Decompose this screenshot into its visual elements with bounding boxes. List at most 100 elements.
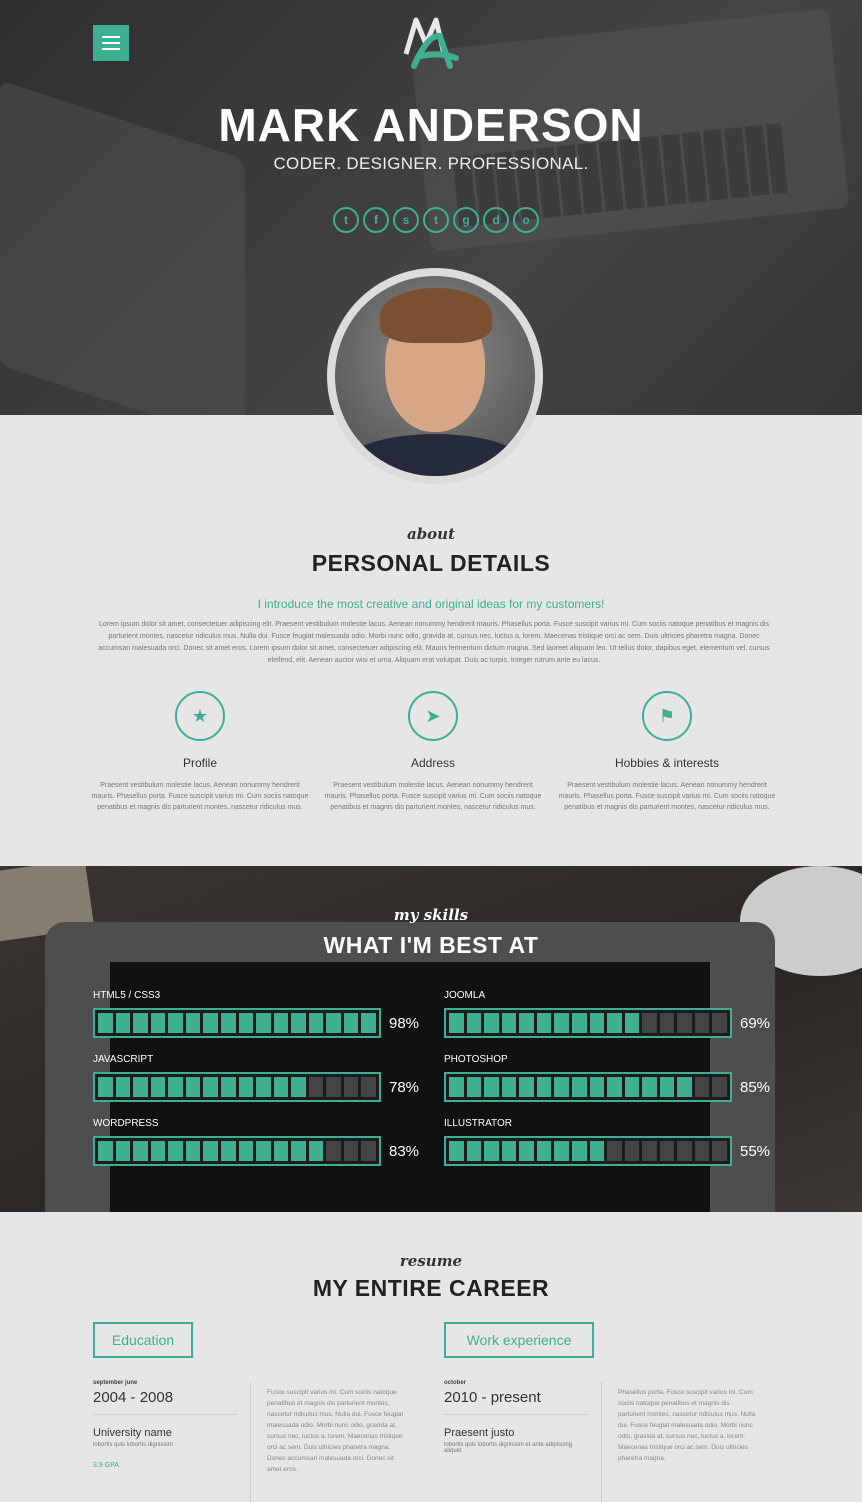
- skill-bar-segment-filled: [308, 1141, 324, 1161]
- skill-bar-segment-filled: [554, 1077, 569, 1097]
- skill-bar-segment-filled: [536, 1141, 552, 1161]
- skill-bar-segment-filled: [98, 1013, 113, 1033]
- skill-wordpress: WORDPRESS 83%: [93, 1118, 443, 1166]
- skill-bar-segment-filled: [185, 1141, 201, 1161]
- dribbble-icon[interactable]: d: [483, 207, 509, 233]
- skill-bar-segment-empty: [677, 1013, 692, 1033]
- skill-bar-segment-filled: [642, 1077, 657, 1097]
- skill-bar-segment-filled: [466, 1141, 482, 1161]
- entry-place: University name: [93, 1427, 172, 1439]
- skill-bar-segment-filled: [624, 1013, 640, 1033]
- skill-percent: 85%: [740, 1078, 771, 1096]
- work-description: Phasellus porta. Fusce suscipit varius m…: [618, 1389, 756, 1462]
- skill-bar-segment-filled: [501, 1077, 517, 1097]
- skill-bar-segment-filled: [238, 1077, 254, 1097]
- skill-bar-segment-filled: [554, 1141, 569, 1161]
- skill-bar-segment-empty: [712, 1077, 727, 1097]
- google-plus-icon[interactable]: g: [453, 207, 479, 233]
- skype-icon[interactable]: s: [393, 207, 419, 233]
- feature-hobbies: ⚑ Hobbies & interests Praesent vestibulu…: [557, 691, 777, 813]
- feature-label: Hobbies & interests: [614, 756, 720, 770]
- skill-bar-segment-filled: [220, 1077, 236, 1097]
- skill-bar-segment-filled: [150, 1013, 166, 1033]
- menu-button[interactable]: [93, 25, 129, 61]
- skill-bar-segment-filled: [571, 1077, 587, 1097]
- skill-bar-segment-filled: [256, 1141, 271, 1161]
- skill-bar-segment-filled: [361, 1013, 376, 1033]
- skill-bar-segment-filled: [150, 1077, 166, 1097]
- skill-bar-segment-filled: [168, 1141, 183, 1161]
- skill-bar-segment-filled: [98, 1077, 113, 1097]
- skill-bar-segment-filled: [589, 1013, 605, 1033]
- section-kicker: about: [406, 525, 456, 543]
- skill-bar-segment-filled: [150, 1141, 166, 1161]
- entry-subtitle: lobortis quis lobortis dignissim: [93, 1442, 173, 1448]
- skill-bar-segment-filled: [519, 1141, 534, 1161]
- skill-bar-segment-filled: [133, 1141, 148, 1161]
- skill-bar-segment-empty: [361, 1141, 376, 1161]
- skill-bar-segment-filled: [501, 1013, 517, 1033]
- skill-bar-segment-filled: [168, 1077, 183, 1097]
- skill-bar-segment-filled: [273, 1013, 289, 1033]
- skill-bar-segment-filled: [449, 1013, 464, 1033]
- facebook-icon[interactable]: f: [363, 207, 389, 233]
- entry-months: september june: [93, 1380, 138, 1386]
- github-icon[interactable]: o: [513, 207, 539, 233]
- skill-bar-segment-filled: [519, 1077, 534, 1097]
- social-links: t f s t g d o: [333, 207, 539, 233]
- work-experience-button[interactable]: Work experience: [444, 1322, 594, 1358]
- feature-text: Praesent vestibulum molestie lacus. Aene…: [91, 782, 309, 811]
- skill-percent: 69%: [740, 1014, 771, 1032]
- skill-percent: 55%: [740, 1142, 771, 1160]
- skill-label: WORDPRESS: [93, 1118, 159, 1129]
- skill-bar-segment-filled: [589, 1141, 605, 1161]
- skill-bar-segment-filled: [256, 1077, 271, 1097]
- body-text: Lorem ipsum dolor sit amet, consectetuer…: [98, 621, 770, 664]
- skill-bar-segment-empty: [694, 1141, 710, 1161]
- skill-html-css: HTML5 / CSS3 98%: [93, 990, 443, 1038]
- work-entry: october 2010 - present Praesent justo lo…: [444, 1380, 589, 1454]
- skill-joomla: JOOMLA 69%: [444, 990, 794, 1038]
- skill-label: ILLUSTRATOR: [444, 1118, 512, 1129]
- skill-bar-segment-empty: [659, 1141, 675, 1161]
- skill-bar-segment-filled: [273, 1077, 289, 1097]
- tagline: CODER. DESIGNER. PROFESSIONAL.: [273, 154, 589, 173]
- hamburger-icon: [102, 36, 120, 38]
- skill-bar-segment-filled: [273, 1141, 289, 1161]
- skill-bar-segment-filled: [607, 1077, 622, 1097]
- skill-bar-segment-empty: [659, 1013, 675, 1033]
- skill-bar-segment-empty: [694, 1077, 710, 1097]
- skill-bar-segment-filled: [519, 1013, 534, 1033]
- skill-bar-segment-filled: [659, 1077, 675, 1097]
- feature-profile: ★ Profile Praesent vestibulum molestie l…: [90, 691, 310, 813]
- skills-section: my skills WHAT I'M BEST AT HTML5 / CSS3 …: [0, 866, 862, 1212]
- skill-bar-segment-empty: [677, 1141, 692, 1161]
- skill-bar-segment-filled: [115, 1077, 131, 1097]
- skill-bar-segment-filled: [98, 1141, 113, 1161]
- skill-bar-segment-filled: [677, 1077, 692, 1097]
- skill-bar-segment-empty: [343, 1077, 359, 1097]
- skill-percent: 78%: [389, 1078, 420, 1096]
- tumblr-icon[interactable]: t: [423, 207, 449, 233]
- skill-bar-segment-empty: [308, 1077, 324, 1097]
- feature-address: ➤ Address Praesent vestibulum molestie l…: [323, 691, 543, 813]
- skill-bar-segment-filled: [554, 1013, 569, 1033]
- skill-bar-segment-filled: [449, 1141, 464, 1161]
- entry-years: 2004 - 2008: [93, 1389, 238, 1415]
- skill-percent: 98%: [389, 1014, 420, 1032]
- section-title: PERSONAL DETAILS: [311, 550, 551, 576]
- skill-bar-segment-filled: [466, 1077, 482, 1097]
- twitter-icon[interactable]: t: [333, 207, 359, 233]
- skill-bar-segment-filled: [168, 1013, 183, 1033]
- skill-bar: [444, 1008, 732, 1038]
- skill-bar-segment-empty: [343, 1141, 359, 1161]
- skill-bar-segment-empty: [326, 1141, 341, 1161]
- flag-icon: ⚑: [642, 691, 692, 741]
- skill-bar-segment-filled: [291, 1077, 306, 1097]
- skill-bar-segment-empty: [642, 1141, 657, 1161]
- feature-label: Profile: [182, 756, 217, 770]
- skill-bar-segment-filled: [308, 1013, 324, 1033]
- skill-bar-segment-empty: [361, 1077, 376, 1097]
- education-button[interactable]: Education: [93, 1322, 193, 1358]
- page-title: MARK ANDERSON: [218, 99, 644, 151]
